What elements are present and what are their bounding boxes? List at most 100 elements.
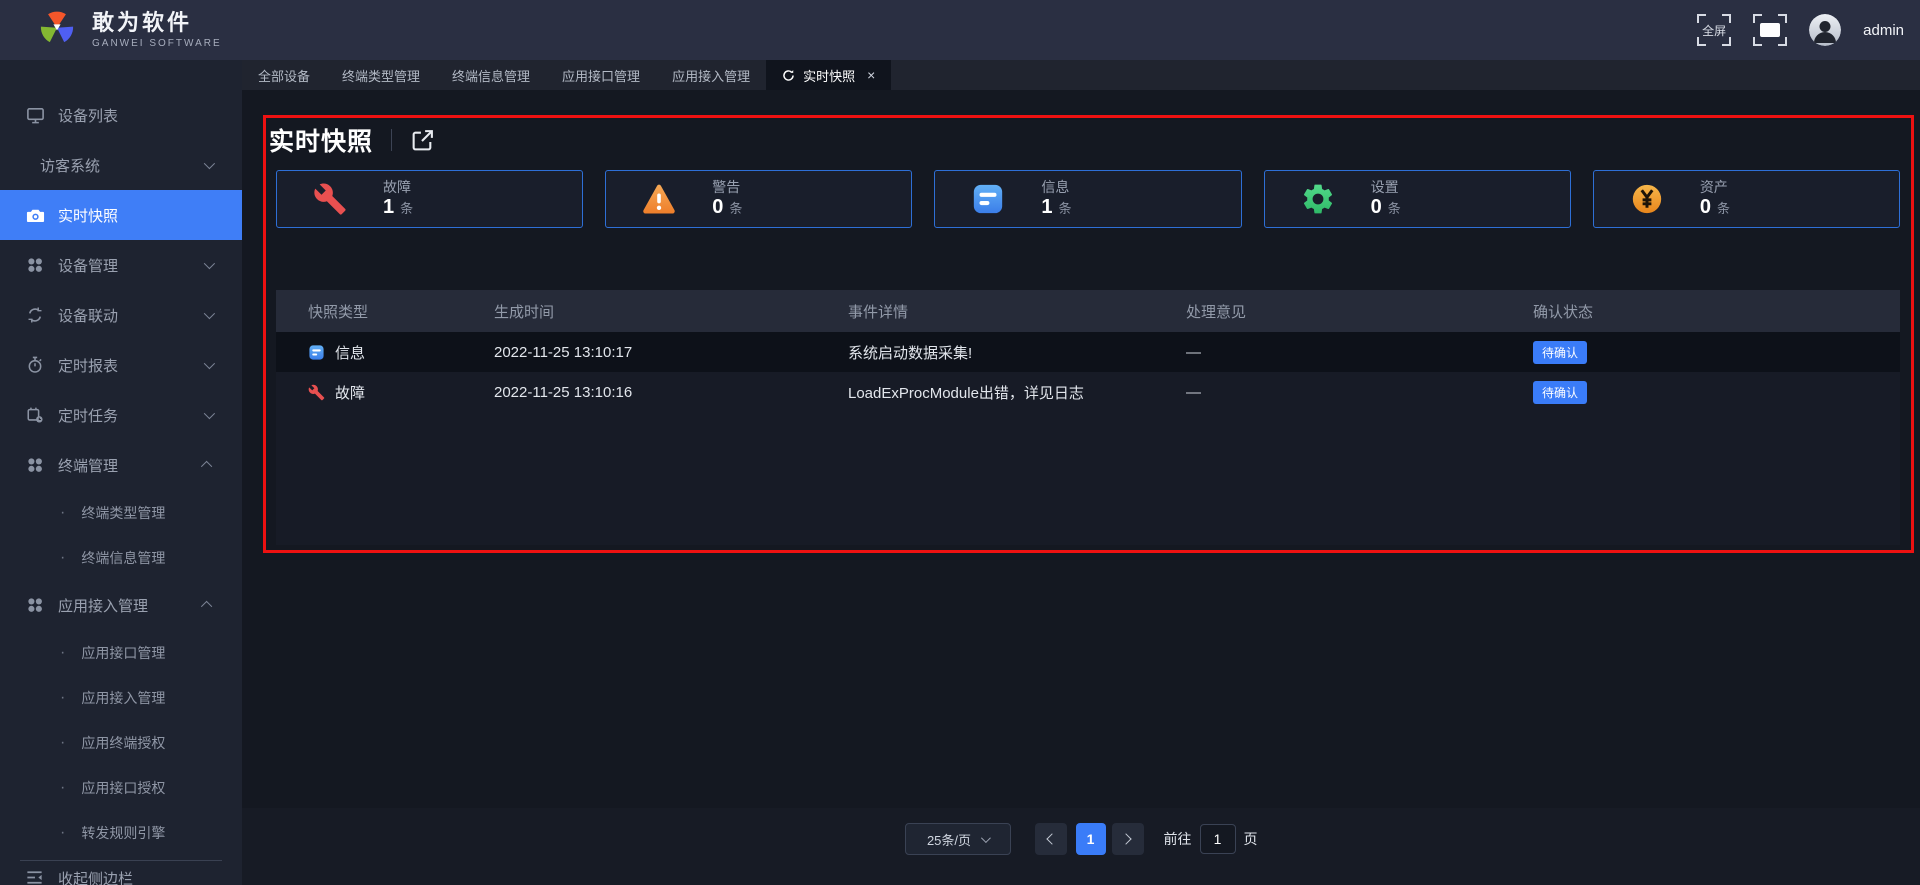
info-icon (969, 180, 1007, 218)
sidebar-item-label: 应用接口管理 (81, 643, 165, 663)
stat-cards: 故障 1 条 警告 (276, 170, 1900, 228)
tab-app-interface[interactable]: 应用接口管理 (546, 60, 656, 90)
tab-label: 应用接入管理 (672, 66, 750, 85)
avatar[interactable] (1809, 14, 1841, 46)
sidebar-item-label: 设备联动 (58, 305, 118, 326)
sidebar-item-label: 访客系统 (40, 155, 100, 176)
table-header-row: 快照类型 生成时间 事件详情 处理意见 确认状态 (276, 290, 1900, 332)
sidebar-subitem-app-terminal-auth[interactable]: · 应用终端授权 (0, 720, 242, 765)
snapshot-type: 故障 (335, 382, 365, 403)
sidebar-subitem-app-interface-auth[interactable]: · 应用接口授权 (0, 765, 242, 810)
tab-bar: 全部设备 终端类型管理 终端信息管理 应用接口管理 应用接入管理 实时快照 (242, 60, 1920, 90)
page-size-select[interactable]: 25条/页 (905, 823, 1011, 855)
sidebar-item-scheduled-tasks[interactable]: 定时任务 (0, 390, 242, 440)
pagination: 25条/页 1 前往 页 (242, 823, 1920, 855)
chevron-up-icon (201, 461, 212, 472)
user-silhouette-icon (1809, 14, 1841, 46)
sidebar-item-label: 终端管理 (58, 455, 118, 476)
sidebar-subitem-app-access[interactable]: · 应用接入管理 (0, 675, 242, 720)
stat-card-unit: 条 (1059, 198, 1072, 217)
status-badge[interactable]: 待确认 (1533, 381, 1587, 404)
column-header: 处理意见 (1186, 301, 1533, 322)
sidebar-item-label: 应用接口授权 (81, 778, 165, 798)
stat-card-label: 设置 (1371, 179, 1401, 196)
snapshot-opinion: — (1186, 344, 1533, 361)
sidebar-item-device-list[interactable]: 设备列表 (0, 90, 242, 140)
stat-card-unit: 条 (1388, 198, 1401, 217)
column-header: 事件详情 (848, 301, 1186, 322)
table-row: 信息 2022-11-25 13:10:17 系统启动数据采集! — 待确认 (276, 332, 1900, 372)
username[interactable]: admin (1863, 22, 1904, 39)
tab-realtime-snapshot[interactable]: 实时快照 (766, 60, 891, 90)
stat-card-assets[interactable]: 资产 0 条 (1593, 170, 1900, 228)
status-badge[interactable]: 待确认 (1533, 341, 1587, 364)
collapse-sidebar-button[interactable]: 收起侧边栏 (0, 863, 242, 885)
next-page-button[interactable] (1112, 823, 1144, 855)
logo: 敢为软件 GANWEI SOFTWARE (36, 11, 222, 49)
sidebar-item-label: 应用终端授权 (81, 733, 165, 753)
sidebar-item-device-management[interactable]: 设备管理 (0, 240, 242, 290)
stat-card-info[interactable]: 信息 1 条 (934, 170, 1241, 228)
stat-card-count: 0 (1371, 196, 1382, 219)
sidebar-subitem-terminal-type[interactable]: · 终端类型管理 (0, 490, 242, 535)
sidebar-subitem-app-interface-management[interactable]: · 应用接口管理 (0, 630, 242, 675)
external-link-icon[interactable] (410, 128, 435, 153)
snapshot-time: 2022-11-25 13:10:16 (494, 384, 848, 401)
refresh-icon[interactable] (782, 69, 795, 82)
sidebar-subitem-terminal-info[interactable]: · 终端信息管理 (0, 535, 242, 580)
column-header: 生成时间 (494, 301, 848, 322)
sidebar-item-scheduled-reports[interactable]: 定时报表 (0, 340, 242, 390)
info-icon (308, 344, 325, 361)
wrench-icon (308, 384, 325, 401)
collapse-sidebar-icon (25, 868, 45, 885)
logo-subtitle: GANWEI SOFTWARE (92, 38, 222, 49)
sidebar-item-visitor-system[interactable]: 访客系统 (0, 140, 242, 190)
logo-mark-icon (36, 11, 78, 49)
stat-card-label: 信息 (1041, 179, 1071, 196)
chevron-down-icon (204, 158, 215, 169)
tab-terminal-info[interactable]: 终端信息管理 (436, 60, 546, 90)
stat-card-settings[interactable]: 设置 0 条 (1264, 170, 1571, 228)
app-header: 敢为软件 GANWEI SOFTWARE 全屏 admin (0, 0, 1920, 60)
stopwatch-icon (25, 355, 45, 375)
sidebar-subitem-forward-rule-engine[interactable]: · 转发规则引擎 (0, 810, 242, 855)
bullet-icon: · (60, 780, 65, 796)
goto-page-input[interactable] (1200, 824, 1236, 854)
page-number-button[interactable]: 1 (1076, 823, 1106, 855)
prev-page-button[interactable] (1035, 823, 1067, 855)
stat-card-fault[interactable]: 故障 1 条 (276, 170, 583, 228)
tab-close-icon[interactable] (867, 67, 875, 83)
monitor-icon (25, 105, 45, 125)
logo-title: 敢为软件 (92, 11, 222, 35)
screen-rect-icon (1760, 23, 1780, 37)
tab-label: 终端信息管理 (452, 66, 530, 85)
sidebar-item-realtime-snapshot[interactable]: 实时快照 (0, 190, 242, 240)
sidebar-item-device-linkage[interactable]: 设备联动 (0, 290, 242, 340)
fullscreen-text-button[interactable]: 全屏 (1697, 14, 1731, 46)
sidebar-item-label: 终端类型管理 (81, 503, 165, 523)
apps-icon (25, 595, 45, 615)
sidebar-item-app-access-management[interactable]: 应用接入管理 (0, 580, 242, 630)
camera-icon (25, 205, 45, 225)
collapse-sidebar-label: 收起侧边栏 (58, 868, 133, 885)
chevron-down-icon (981, 833, 991, 843)
sidebar: 设备列表 访客系统 实时快照 设备管理 (0, 60, 242, 885)
tab-app-access[interactable]: 应用接入管理 (656, 60, 766, 90)
fullscreen-rect-button[interactable] (1753, 14, 1787, 46)
header-actions: 全屏 admin (1697, 14, 1904, 46)
warning-icon (640, 180, 678, 218)
yen-icon (1628, 180, 1666, 218)
app-window: 敢为软件 GANWEI SOFTWARE 全屏 admin (0, 0, 1920, 885)
sidebar-item-label: 设备管理 (58, 255, 118, 276)
tab-terminal-type[interactable]: 终端类型管理 (326, 60, 436, 90)
bullet-icon: · (60, 735, 65, 751)
snapshot-opinion: — (1186, 384, 1533, 401)
sidebar-item-label: 应用接入管理 (58, 595, 148, 616)
chevron-right-icon (1120, 833, 1131, 844)
stat-card-label: 资产 (1700, 179, 1730, 196)
column-header: 确认状态 (1533, 301, 1900, 322)
tab-all-devices[interactable]: 全部设备 (242, 60, 326, 90)
stat-card-warning[interactable]: 警告 0 条 (605, 170, 912, 228)
sidebar-item-label: 应用接入管理 (81, 688, 165, 708)
sidebar-item-terminal-management[interactable]: 终端管理 (0, 440, 242, 490)
